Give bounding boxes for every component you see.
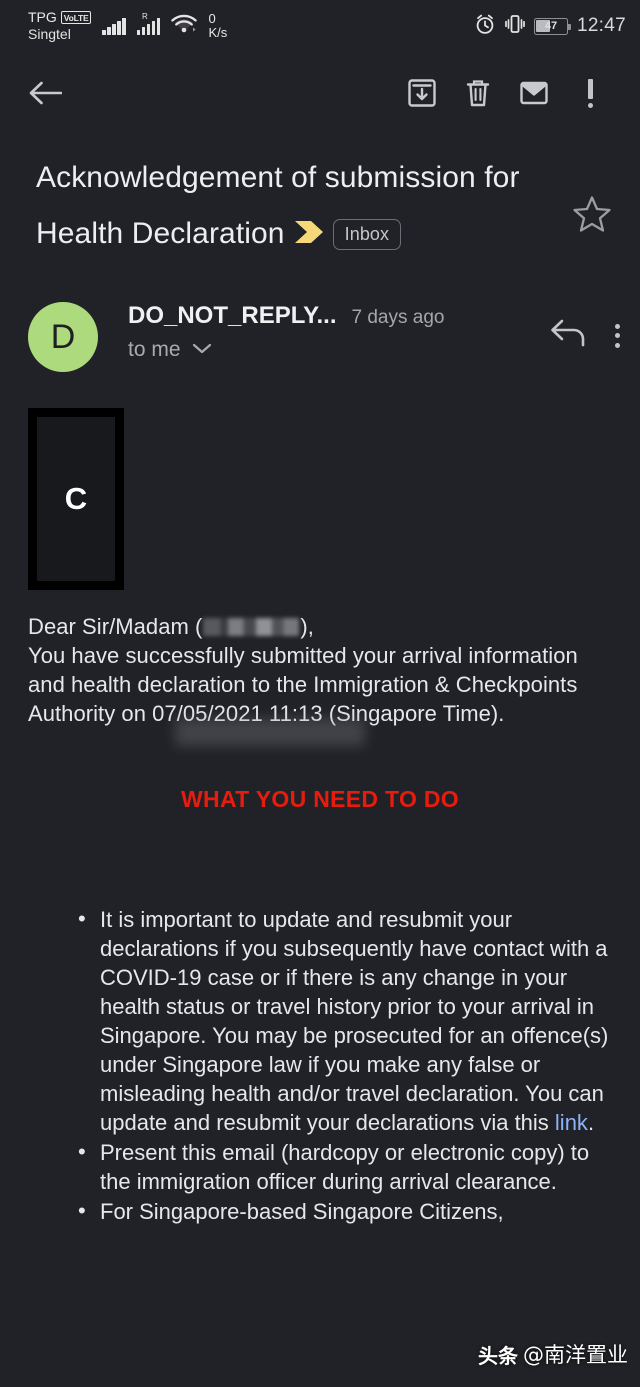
reply-button[interactable] <box>549 316 589 355</box>
page-title: Acknowledgement of submission for Health… <box>36 150 564 264</box>
bullet-text-before-link: It is important to update and resubmit y… <box>100 907 609 1135</box>
sender-section: D DO_NOT_REPLY... 7 days ago to me <box>0 264 640 372</box>
list-item: For Singapore-based Singapore Citizens, <box>78 1196 612 1226</box>
list-item: Present this email (hardcopy or electron… <box>78 1137 612 1196</box>
data-rate-indicator: 0 K/s <box>208 12 227 39</box>
back-button[interactable] <box>28 65 80 121</box>
list-item: It is important to update and resubmit y… <box>78 904 612 1137</box>
importance-marker-icon <box>293 208 327 264</box>
subject-text: Acknowledgement of submission for Health… <box>36 161 520 250</box>
battery-percent-label: 47 <box>544 19 558 32</box>
redacted-identifier <box>203 618 300 636</box>
battery-icon: 47 <box>533 17 571 35</box>
action-bullet-list: It is important to update and resubmit y… <box>28 904 612 1226</box>
section-heading-what-you-need-to-do: WHAT YOU NEED TO DO <box>181 786 459 812</box>
recipient-label: to me <box>128 338 181 361</box>
subject-section: Acknowledgement of submission for Health… <box>0 134 640 264</box>
carrier-info: TPG VoLTE Singtel <box>28 9 92 42</box>
signal-strength-icon <box>102 17 126 35</box>
roaming-indicator-label: R <box>141 12 148 21</box>
bullet-text-after-link: . <box>587 1110 595 1135</box>
watermark: 头条 @南洋置业 <box>478 1339 628 1369</box>
message-more-options-button[interactable] <box>615 323 620 348</box>
greeting-paragraph: Dear Sir/Madam (), You have successfully… <box>28 612 612 728</box>
sender-action-buttons <box>549 302 620 355</box>
status-bar-left: TPG VoLTE Singtel R 0 K/s <box>28 10 227 41</box>
more-vertical-icon <box>615 323 620 348</box>
recipient-row[interactable]: to me <box>128 338 543 362</box>
alarm-icon <box>474 13 496 40</box>
clock-label: 12:47 <box>576 15 626 36</box>
roaming-signal-icon: R <box>136 13 161 35</box>
sender-name-label[interactable]: DO_NOT_REPLY... <box>128 302 337 330</box>
delete-button[interactable] <box>450 65 506 121</box>
intro-paragraph: You have successfully submitted your arr… <box>28 643 578 726</box>
greeting-suffix: ), <box>300 614 314 639</box>
resubmit-link[interactable]: link <box>555 1110 588 1135</box>
archive-button[interactable] <box>394 65 450 121</box>
status-bar: TPG VoLTE Singtel R 0 K/s 47 12:47 <box>0 0 640 52</box>
vibrate-icon <box>505 13 525 40</box>
star-outline-icon <box>573 196 611 232</box>
data-rate-unit: K/s <box>208 25 228 40</box>
email-action-bar <box>0 52 640 134</box>
wifi-icon <box>171 14 198 39</box>
more-options-icon <box>587 78 593 108</box>
greeting-prefix: Dear Sir/Madam ( <box>28 614 203 639</box>
bullet-text: Present this email (hardcopy or electron… <box>100 1140 590 1194</box>
watermark-logo: 头条 <box>478 1343 518 1368</box>
status-bar-right: 47 12:47 <box>474 13 626 40</box>
carrier-primary-label: TPG <box>28 9 57 26</box>
sender-details: DO_NOT_REPLY... 7 days ago to me <box>98 302 549 362</box>
timestamp-label: 7 days ago <box>351 307 445 328</box>
watermark-handle: @南洋置业 <box>523 1343 628 1367</box>
mark-unread-button[interactable] <box>506 65 562 121</box>
bullet-text: For Singapore-based Singapore Citizens, <box>100 1199 504 1224</box>
volte-badge: VoLTE <box>60 11 92 25</box>
label-chip-inbox[interactable]: Inbox <box>332 219 402 250</box>
avatar[interactable]: D <box>28 302 98 372</box>
broken-image-placeholder: C <box>28 408 124 590</box>
chevron-down-icon[interactable] <box>191 341 213 360</box>
more-options-button[interactable] <box>562 65 618 121</box>
carrier-secondary-label: Singtel <box>28 25 71 42</box>
star-button[interactable] <box>564 150 618 239</box>
email-body: C Dear Sir/Madam (), You have successful… <box>0 372 640 1226</box>
